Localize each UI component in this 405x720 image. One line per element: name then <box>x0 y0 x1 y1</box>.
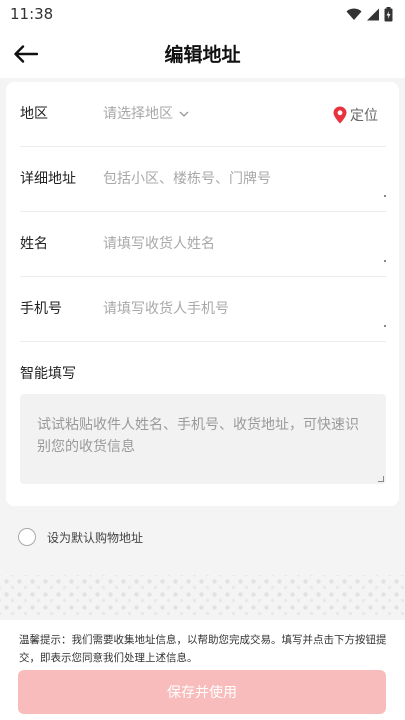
status-bar: 11:38 <box>0 0 405 28</box>
address-form-card: 地区 请选择地区 定位 详细地址 包括小区、楼栋号、门牌号 姓名 请填写收货人姓… <box>6 82 399 506</box>
input-resize-dot <box>384 325 386 327</box>
page-title: 编辑地址 <box>164 43 241 66</box>
region-placeholder: 请选择地区 <box>103 106 173 122</box>
locate-button[interactable]: 定位 <box>333 82 378 147</box>
smart-fill-label: 智能填写 <box>20 366 76 382</box>
name-input[interactable]: 请填写收货人姓名 <box>103 212 215 277</box>
input-resize-dot <box>384 195 386 197</box>
default-address-radio[interactable] <box>18 528 36 546</box>
default-address-label: 设为默认购物地址 <box>47 530 144 545</box>
wifi-icon <box>346 8 362 20</box>
bottom-panel: 温馨提示：我们需要收集地址信息，以帮助您完成交易。填写并点击下方按钮提交，即表示… <box>0 620 405 720</box>
back-arrow-icon <box>14 45 38 63</box>
decorative-pattern <box>0 575 405 615</box>
battery-icon <box>384 6 393 21</box>
region-select[interactable]: 请选择地区 <box>103 82 189 147</box>
textarea-resize-handle <box>378 476 384 482</box>
phone-row: 手机号 请填写收货人手机号 <box>20 277 386 342</box>
privacy-notice: 温馨提示：我们需要收集地址信息，以帮助您完成交易。填写并点击下方按钮提交，即表示… <box>19 634 387 664</box>
detail-address-row: 详细地址 包括小区、楼栋号、门牌号 <box>20 147 386 212</box>
detail-address-label: 详细地址 <box>20 171 76 187</box>
phone-input[interactable]: 请填写收货人手机号 <box>103 277 229 342</box>
smart-fill-placeholder: 试试粘贴收件人姓名、手机号、收货地址，可快速识别您的收货信息 <box>37 417 359 455</box>
region-label: 地区 <box>20 106 48 122</box>
chevron-down-icon <box>179 111 189 117</box>
default-address-row[interactable]: 设为默认购物地址 <box>18 527 143 547</box>
name-label: 姓名 <box>20 236 48 252</box>
header: 编辑地址 <box>0 28 405 78</box>
name-row: 姓名 请填写收货人姓名 <box>20 212 386 277</box>
detail-address-input[interactable]: 包括小区、楼栋号、门牌号 <box>103 147 271 212</box>
input-resize-dot <box>384 260 386 262</box>
status-icons <box>346 6 393 22</box>
smart-fill-textarea[interactable]: 试试粘贴收件人姓名、手机号、收货地址，可快速识别您的收货信息 <box>20 394 386 484</box>
save-and-use-button[interactable]: 保存并使用 <box>18 670 386 714</box>
back-button[interactable] <box>12 40 40 68</box>
region-row: 地区 请选择地区 定位 <box>20 82 386 147</box>
phone-label: 手机号 <box>20 301 62 317</box>
location-pin-icon <box>333 106 347 123</box>
signal-icon <box>367 8 379 20</box>
status-time: 11:38 <box>10 5 54 23</box>
locate-label: 定位 <box>350 107 378 124</box>
